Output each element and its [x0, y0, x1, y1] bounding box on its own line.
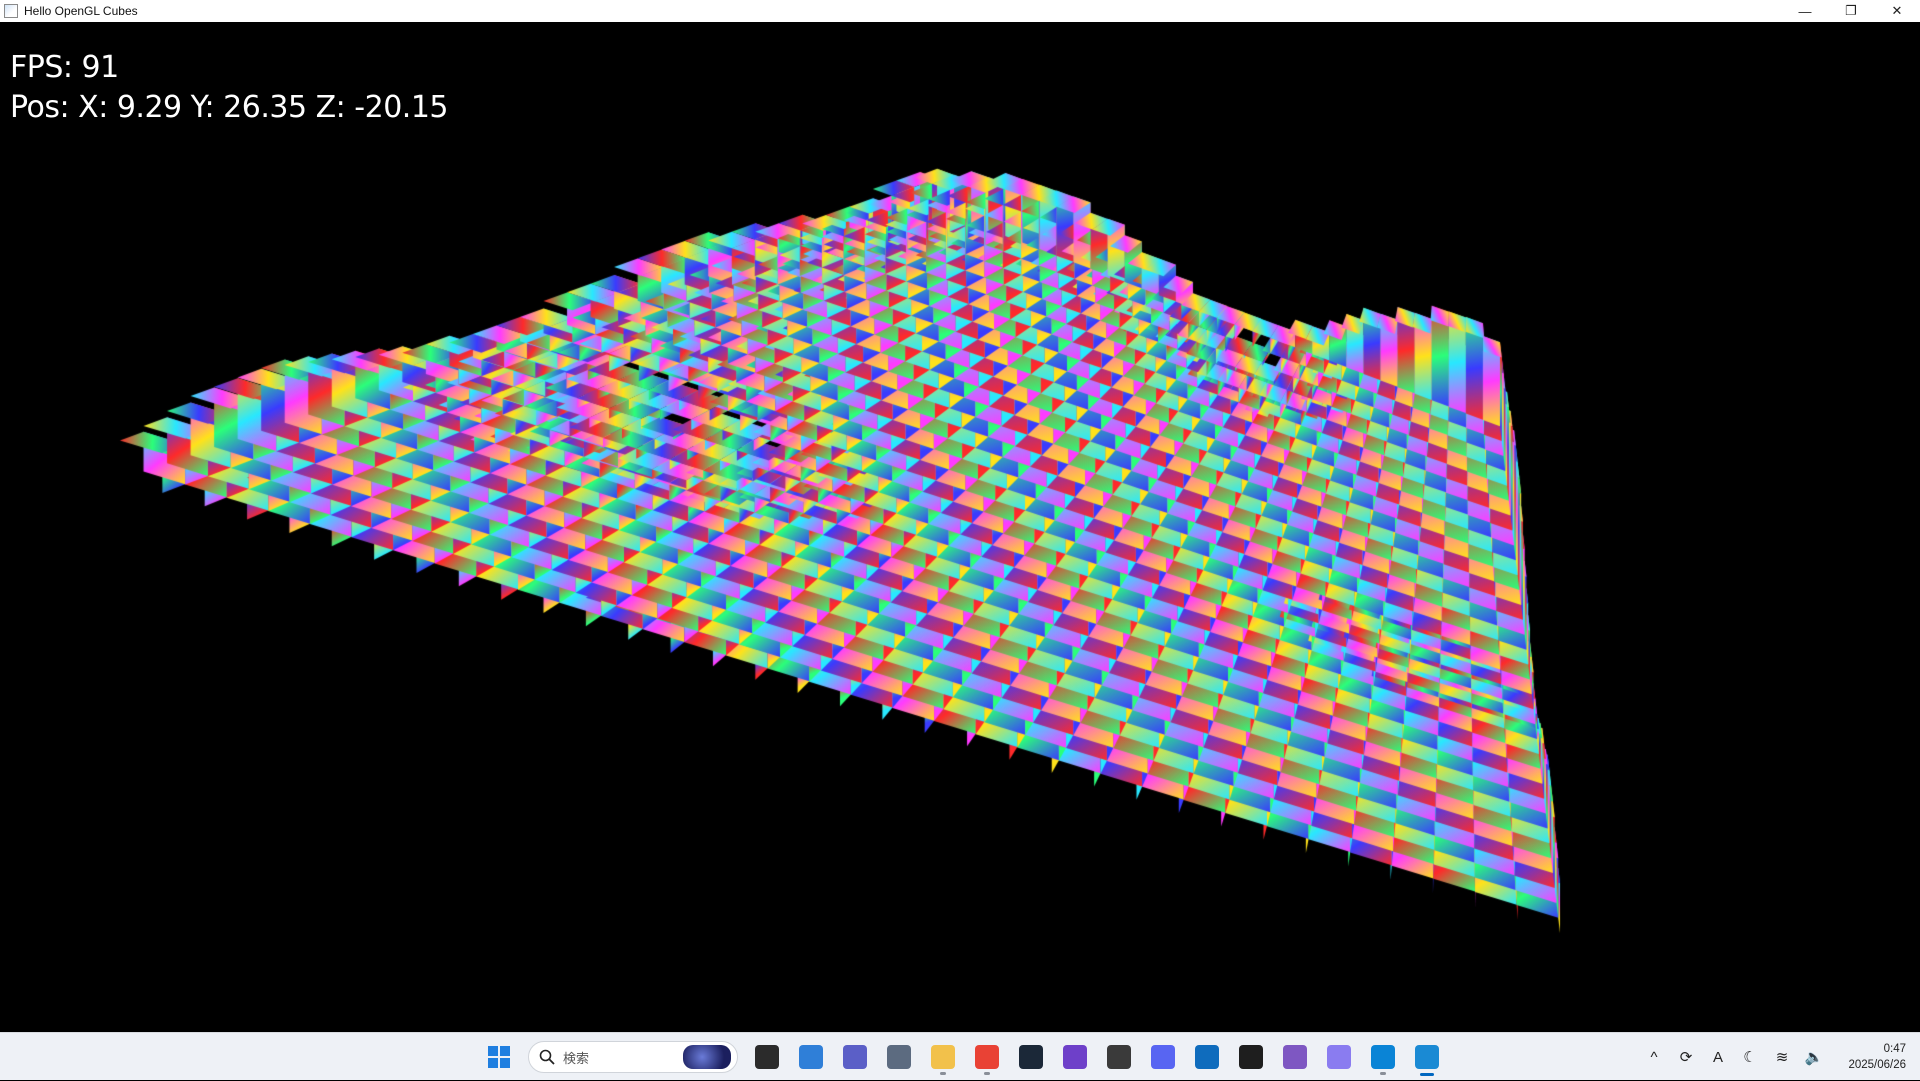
vscode-icon [1371, 1045, 1395, 1069]
folder-icon [931, 1045, 955, 1069]
unity-icon [1107, 1045, 1131, 1069]
chrome-icon [975, 1045, 999, 1069]
position-readout: Pos: X: 9.29 Y: 26.35 Z: -20.15 [10, 90, 449, 125]
pinned-apps [748, 1038, 1446, 1076]
search-placeholder: 検索 [563, 1050, 590, 1066]
visual-studio-icon [1283, 1045, 1307, 1069]
task-view-icon [755, 1045, 779, 1069]
clock[interactable]: 0:47 2025/06/26 [1830, 1041, 1920, 1073]
taskbar-app-visual-studio[interactable] [1276, 1038, 1314, 1076]
taskbar-app-unity[interactable] [1100, 1038, 1138, 1076]
window-controls: — ❐ ✕ [1782, 0, 1920, 22]
taskbar-app-github[interactable] [1056, 1038, 1094, 1076]
system-tray: ^ ⟳ A ☾ ≋ 🔈 0:47 2025/06/26 [1638, 1033, 1920, 1081]
taskbar-app-settings[interactable] [880, 1038, 918, 1076]
gear-icon [887, 1045, 911, 1069]
taskbar-app-terminal[interactable] [1232, 1038, 1270, 1076]
fps-counter: FPS: 91 [10, 50, 119, 85]
clock-time: 0:47 [1883, 1043, 1906, 1055]
window-titlebar: Hello OpenGL Cubes — ❐ ✕ [0, 0, 1920, 22]
search-icon [539, 1049, 555, 1065]
taskbar-app-opengl-app[interactable] [1408, 1038, 1446, 1076]
windows-logo-icon [488, 1046, 510, 1068]
taskbar-app-widgets[interactable] [792, 1038, 830, 1076]
taskbar-app-copilot[interactable] [1320, 1038, 1358, 1076]
steam-icon [1019, 1045, 1043, 1069]
app-window-icon [1415, 1045, 1439, 1069]
outlook-icon [1195, 1045, 1219, 1069]
taskbar-app-discord[interactable] [1144, 1038, 1182, 1076]
taskbar-apps: 検索 [480, 1033, 1446, 1081]
taskbar: 検索 ^ ⟳ A ☾ ≋ 🔈 0:47 2025/06/26 [0, 1032, 1920, 1080]
github-icon [1063, 1045, 1087, 1069]
sync-icon[interactable]: ⟳ [1670, 1041, 1702, 1073]
app-icon [4, 4, 18, 18]
taskbar-app-teams[interactable] [836, 1038, 874, 1076]
search-highlight-image [683, 1045, 731, 1069]
taskbar-app-vscode[interactable] [1364, 1038, 1402, 1076]
minimize-button[interactable]: — [1782, 0, 1828, 22]
terminal-icon [1239, 1045, 1263, 1069]
opengl-viewport[interactable]: FPS: 91 Pos: X: 9.29 Y: 26.35 Z: -20.15 [0, 22, 1920, 1032]
start-button[interactable] [480, 1038, 518, 1076]
show-hidden-icons-button[interactable]: ^ [1638, 1041, 1670, 1073]
focus-moon-icon[interactable]: ☾ [1734, 1041, 1766, 1073]
maximize-button[interactable]: ❐ [1828, 0, 1874, 22]
taskbar-app-task-view[interactable] [748, 1038, 786, 1076]
ime-indicator[interactable]: A [1702, 1041, 1734, 1073]
copilot-icon [1327, 1045, 1351, 1069]
close-button[interactable]: ✕ [1874, 0, 1920, 22]
taskbar-search[interactable]: 検索 [528, 1041, 738, 1073]
volume-muted-icon[interactable]: 🔈 [1798, 1041, 1830, 1073]
teams-icon [843, 1045, 867, 1069]
taskbar-app-steam[interactable] [1012, 1038, 1050, 1076]
taskbar-app-outlook[interactable] [1188, 1038, 1226, 1076]
wifi-icon[interactable]: ≋ [1766, 1041, 1798, 1073]
discord-icon [1151, 1045, 1175, 1069]
clock-date: 2025/06/26 [1848, 1059, 1906, 1071]
taskbar-app-chrome[interactable] [968, 1038, 1006, 1076]
widgets-icon [799, 1045, 823, 1069]
voxel-terrain-scene [0, 22, 1920, 1032]
taskbar-app-file-explorer[interactable] [924, 1038, 962, 1076]
window-title: Hello OpenGL Cubes [24, 4, 138, 18]
